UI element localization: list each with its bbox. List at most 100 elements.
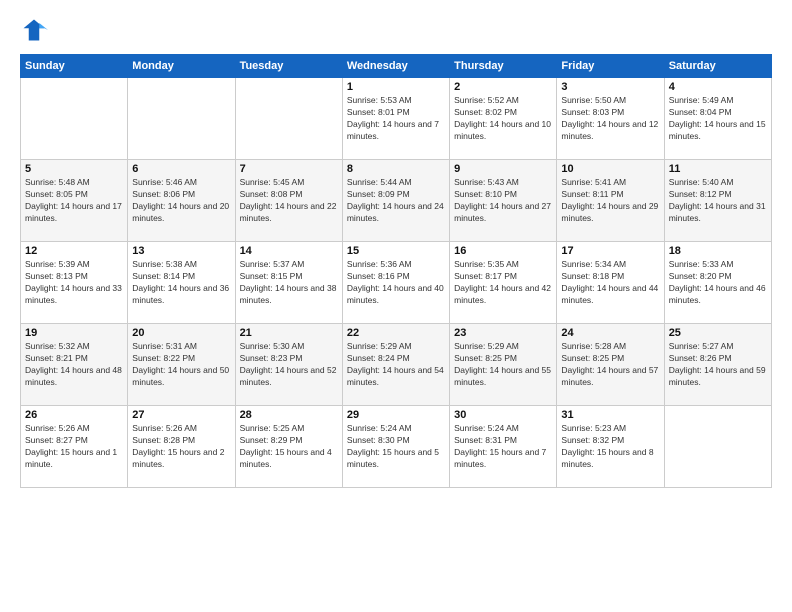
calendar-cell	[235, 78, 342, 160]
calendar-cell: 8 Sunrise: 5:44 AMSunset: 8:09 PMDaylight…	[342, 160, 449, 242]
day-number: 8	[347, 163, 445, 175]
cell-text: Sunrise: 5:50 AMSunset: 8:03 PMDaylight:…	[561, 95, 659, 143]
cell-text: Sunrise: 5:36 AMSunset: 8:16 PMDaylight:…	[347, 259, 445, 307]
cell-text: Sunrise: 5:41 AMSunset: 8:11 PMDaylight:…	[561, 177, 659, 225]
calendar-cell: 7Sunrise: 5:45 AMSunset: 8:08 PMDaylight…	[235, 160, 342, 242]
cell-text: Sunrise: 5:48 AMSunset: 8:05 PMDaylight:…	[25, 177, 123, 225]
cell-text: Sunrise: 5:26 AMSunset: 8:28 PMDaylight:…	[132, 423, 230, 471]
calendar-cell: 23 Sunrise: 5:29 AMSunset: 8:25 PMDayligh…	[450, 324, 557, 406]
calendar-cell: 3 Sunrise: 5:50 AMSunset: 8:03 PMDaylight…	[557, 78, 664, 160]
header	[20, 16, 772, 44]
calendar-table: SundayMondayTuesdayWednesdayThursdayFrid…	[20, 54, 772, 488]
calendar-cell: 4 Sunrise: 5:49 AMSunset: 8:04 PMDaylight…	[664, 78, 771, 160]
weekday-header-saturday: Saturday	[664, 55, 771, 78]
day-number: 23	[454, 327, 552, 339]
calendar-cell: 28 Sunrise: 5:25 AMSunset: 8:29 PMDayligh…	[235, 406, 342, 488]
calendar-cell: 13 Sunrise: 5:38 AMSunset: 8:14 PMDayligh…	[128, 242, 235, 324]
calendar-cell: 10 Sunrise: 5:41 AMSunset: 8:11 PMDayligh…	[557, 160, 664, 242]
day-number: 12	[25, 245, 123, 257]
cell-text: Sunrise: 5:45 AMSunset: 8:08 PMDaylight:…	[240, 177, 338, 225]
day-number: 29	[347, 409, 445, 421]
cell-text: Sunrise: 5:53 AMSunset: 8:01 PMDaylight:…	[347, 95, 445, 143]
calendar-cell: 22Sunrise: 5:29 AMSunset: 8:24 PMDayligh…	[342, 324, 449, 406]
calendar-cell: 24 Sunrise: 5:28 AMSunset: 8:25 PMDayligh…	[557, 324, 664, 406]
cell-text: Sunrise: 5:26 AMSunset: 8:27 PMDaylight:…	[25, 423, 123, 471]
cell-text: Sunrise: 5:37 AMSunset: 8:15 PMDaylight:…	[240, 259, 338, 307]
cell-text: Sunrise: 5:38 AMSunset: 8:14 PMDaylight:…	[132, 259, 230, 307]
calendar-week-row: 26 Sunrise: 5:26 AMSunset: 8:27 PMDayligh…	[21, 406, 772, 488]
weekday-header-tuesday: Tuesday	[235, 55, 342, 78]
day-number: 9	[454, 163, 552, 175]
day-number: 3	[561, 81, 659, 93]
cell-text: Sunrise: 5:29 AMSunset: 8:25 PMDaylight:…	[454, 341, 552, 389]
weekday-header-wednesday: Wednesday	[342, 55, 449, 78]
day-number: 26	[25, 409, 123, 421]
cell-text: Sunrise: 5:31 AMSunset: 8:22 PMDaylight:…	[132, 341, 230, 389]
day-number: 28	[240, 409, 338, 421]
day-number: 21	[240, 327, 338, 339]
calendar-cell: 31 Sunrise: 5:23 AMSunset: 8:32 PMDayligh…	[557, 406, 664, 488]
calendar-cell: 29 Sunrise: 5:24 AMSunset: 8:30 PMDayligh…	[342, 406, 449, 488]
cell-text: Sunrise: 5:29 AMSunset: 8:24 PMDaylight:…	[347, 341, 445, 389]
weekday-header-friday: Friday	[557, 55, 664, 78]
cell-text: Sunrise: 5:43 AMSunset: 8:10 PMDaylight:…	[454, 177, 552, 225]
day-number: 13	[132, 245, 230, 257]
cell-text: Sunrise: 5:28 AMSunset: 8:25 PMDaylight:…	[561, 341, 659, 389]
calendar-cell: 17 Sunrise: 5:34 AMSunset: 8:18 PMDayligh…	[557, 242, 664, 324]
cell-text: Sunrise: 5:33 AMSunset: 8:20 PMDaylight:…	[669, 259, 767, 307]
calendar-week-row: 5 Sunrise: 5:48 AMSunset: 8:05 PMDaylight…	[21, 160, 772, 242]
cell-text: Sunrise: 5:34 AMSunset: 8:18 PMDaylight:…	[561, 259, 659, 307]
cell-text: Sunrise: 5:24 AMSunset: 8:30 PMDaylight:…	[347, 423, 445, 471]
day-number: 10	[561, 163, 659, 175]
calendar-cell: 30 Sunrise: 5:24 AMSunset: 8:31 PMDayligh…	[450, 406, 557, 488]
cell-text: Sunrise: 5:49 AMSunset: 8:04 PMDaylight:…	[669, 95, 767, 143]
calendar-cell: 19 Sunrise: 5:32 AMSunset: 8:21 PMDayligh…	[21, 324, 128, 406]
day-number: 20	[132, 327, 230, 339]
cell-text: Sunrise: 5:35 AMSunset: 8:17 PMDaylight:…	[454, 259, 552, 307]
calendar-cell: 1Sunrise: 5:53 AMSunset: 8:01 PMDaylight…	[342, 78, 449, 160]
calendar-cell: 11Sunrise: 5:40 AMSunset: 8:12 PMDayligh…	[664, 160, 771, 242]
cell-text: Sunrise: 5:44 AMSunset: 8:09 PMDaylight:…	[347, 177, 445, 225]
calendar-cell: 25 Sunrise: 5:27 AMSunset: 8:26 PMDayligh…	[664, 324, 771, 406]
cell-text: Sunrise: 5:46 AMSunset: 8:06 PMDaylight:…	[132, 177, 230, 225]
day-number: 2	[454, 81, 552, 93]
cell-text: Sunrise: 5:39 AMSunset: 8:13 PMDaylight:…	[25, 259, 123, 307]
calendar-cell: 16 Sunrise: 5:35 AMSunset: 8:17 PMDayligh…	[450, 242, 557, 324]
logo	[20, 16, 52, 44]
day-number: 6	[132, 163, 230, 175]
day-number: 5	[25, 163, 123, 175]
cell-text: Sunrise: 5:25 AMSunset: 8:29 PMDaylight:…	[240, 423, 338, 471]
cell-text: Sunrise: 5:40 AMSunset: 8:12 PMDaylight:…	[669, 177, 767, 225]
weekday-header-monday: Monday	[128, 55, 235, 78]
day-number: 16	[454, 245, 552, 257]
calendar-cell: 18 Sunrise: 5:33 AMSunset: 8:20 PMDayligh…	[664, 242, 771, 324]
weekday-header-thursday: Thursday	[450, 55, 557, 78]
cell-text: Sunrise: 5:52 AMSunset: 8:02 PMDaylight:…	[454, 95, 552, 143]
day-number: 17	[561, 245, 659, 257]
weekday-header-sunday: Sunday	[21, 55, 128, 78]
calendar-cell: 20 Sunrise: 5:31 AMSunset: 8:22 PMDayligh…	[128, 324, 235, 406]
calendar-cell: 14Sunrise: 5:37 AMSunset: 8:15 PMDayligh…	[235, 242, 342, 324]
day-number: 4	[669, 81, 767, 93]
day-number: 31	[561, 409, 659, 421]
cell-text: Sunrise: 5:32 AMSunset: 8:21 PMDaylight:…	[25, 341, 123, 389]
day-number: 18	[669, 245, 767, 257]
day-number: 30	[454, 409, 552, 421]
calendar-cell: 12 Sunrise: 5:39 AMSunset: 8:13 PMDayligh…	[21, 242, 128, 324]
cell-text: Sunrise: 5:24 AMSunset: 8:31 PMDaylight:…	[454, 423, 552, 471]
cell-text: Sunrise: 5:27 AMSunset: 8:26 PMDaylight:…	[669, 341, 767, 389]
calendar-cell: 5 Sunrise: 5:48 AMSunset: 8:05 PMDaylight…	[21, 160, 128, 242]
calendar-week-row: 1Sunrise: 5:53 AMSunset: 8:01 PMDaylight…	[21, 78, 772, 160]
day-number: 25	[669, 327, 767, 339]
day-number: 24	[561, 327, 659, 339]
page: SundayMondayTuesdayWednesdayThursdayFrid…	[0, 0, 792, 612]
calendar-cell: 15 Sunrise: 5:36 AMSunset: 8:16 PMDayligh…	[342, 242, 449, 324]
calendar-cell	[128, 78, 235, 160]
calendar-week-row: 19 Sunrise: 5:32 AMSunset: 8:21 PMDayligh…	[21, 324, 772, 406]
day-number: 15	[347, 245, 445, 257]
day-number: 19	[25, 327, 123, 339]
calendar-week-row: 12 Sunrise: 5:39 AMSunset: 8:13 PMDayligh…	[21, 242, 772, 324]
calendar-cell	[664, 406, 771, 488]
cell-text: Sunrise: 5:23 AMSunset: 8:32 PMDaylight:…	[561, 423, 659, 471]
day-number: 27	[132, 409, 230, 421]
